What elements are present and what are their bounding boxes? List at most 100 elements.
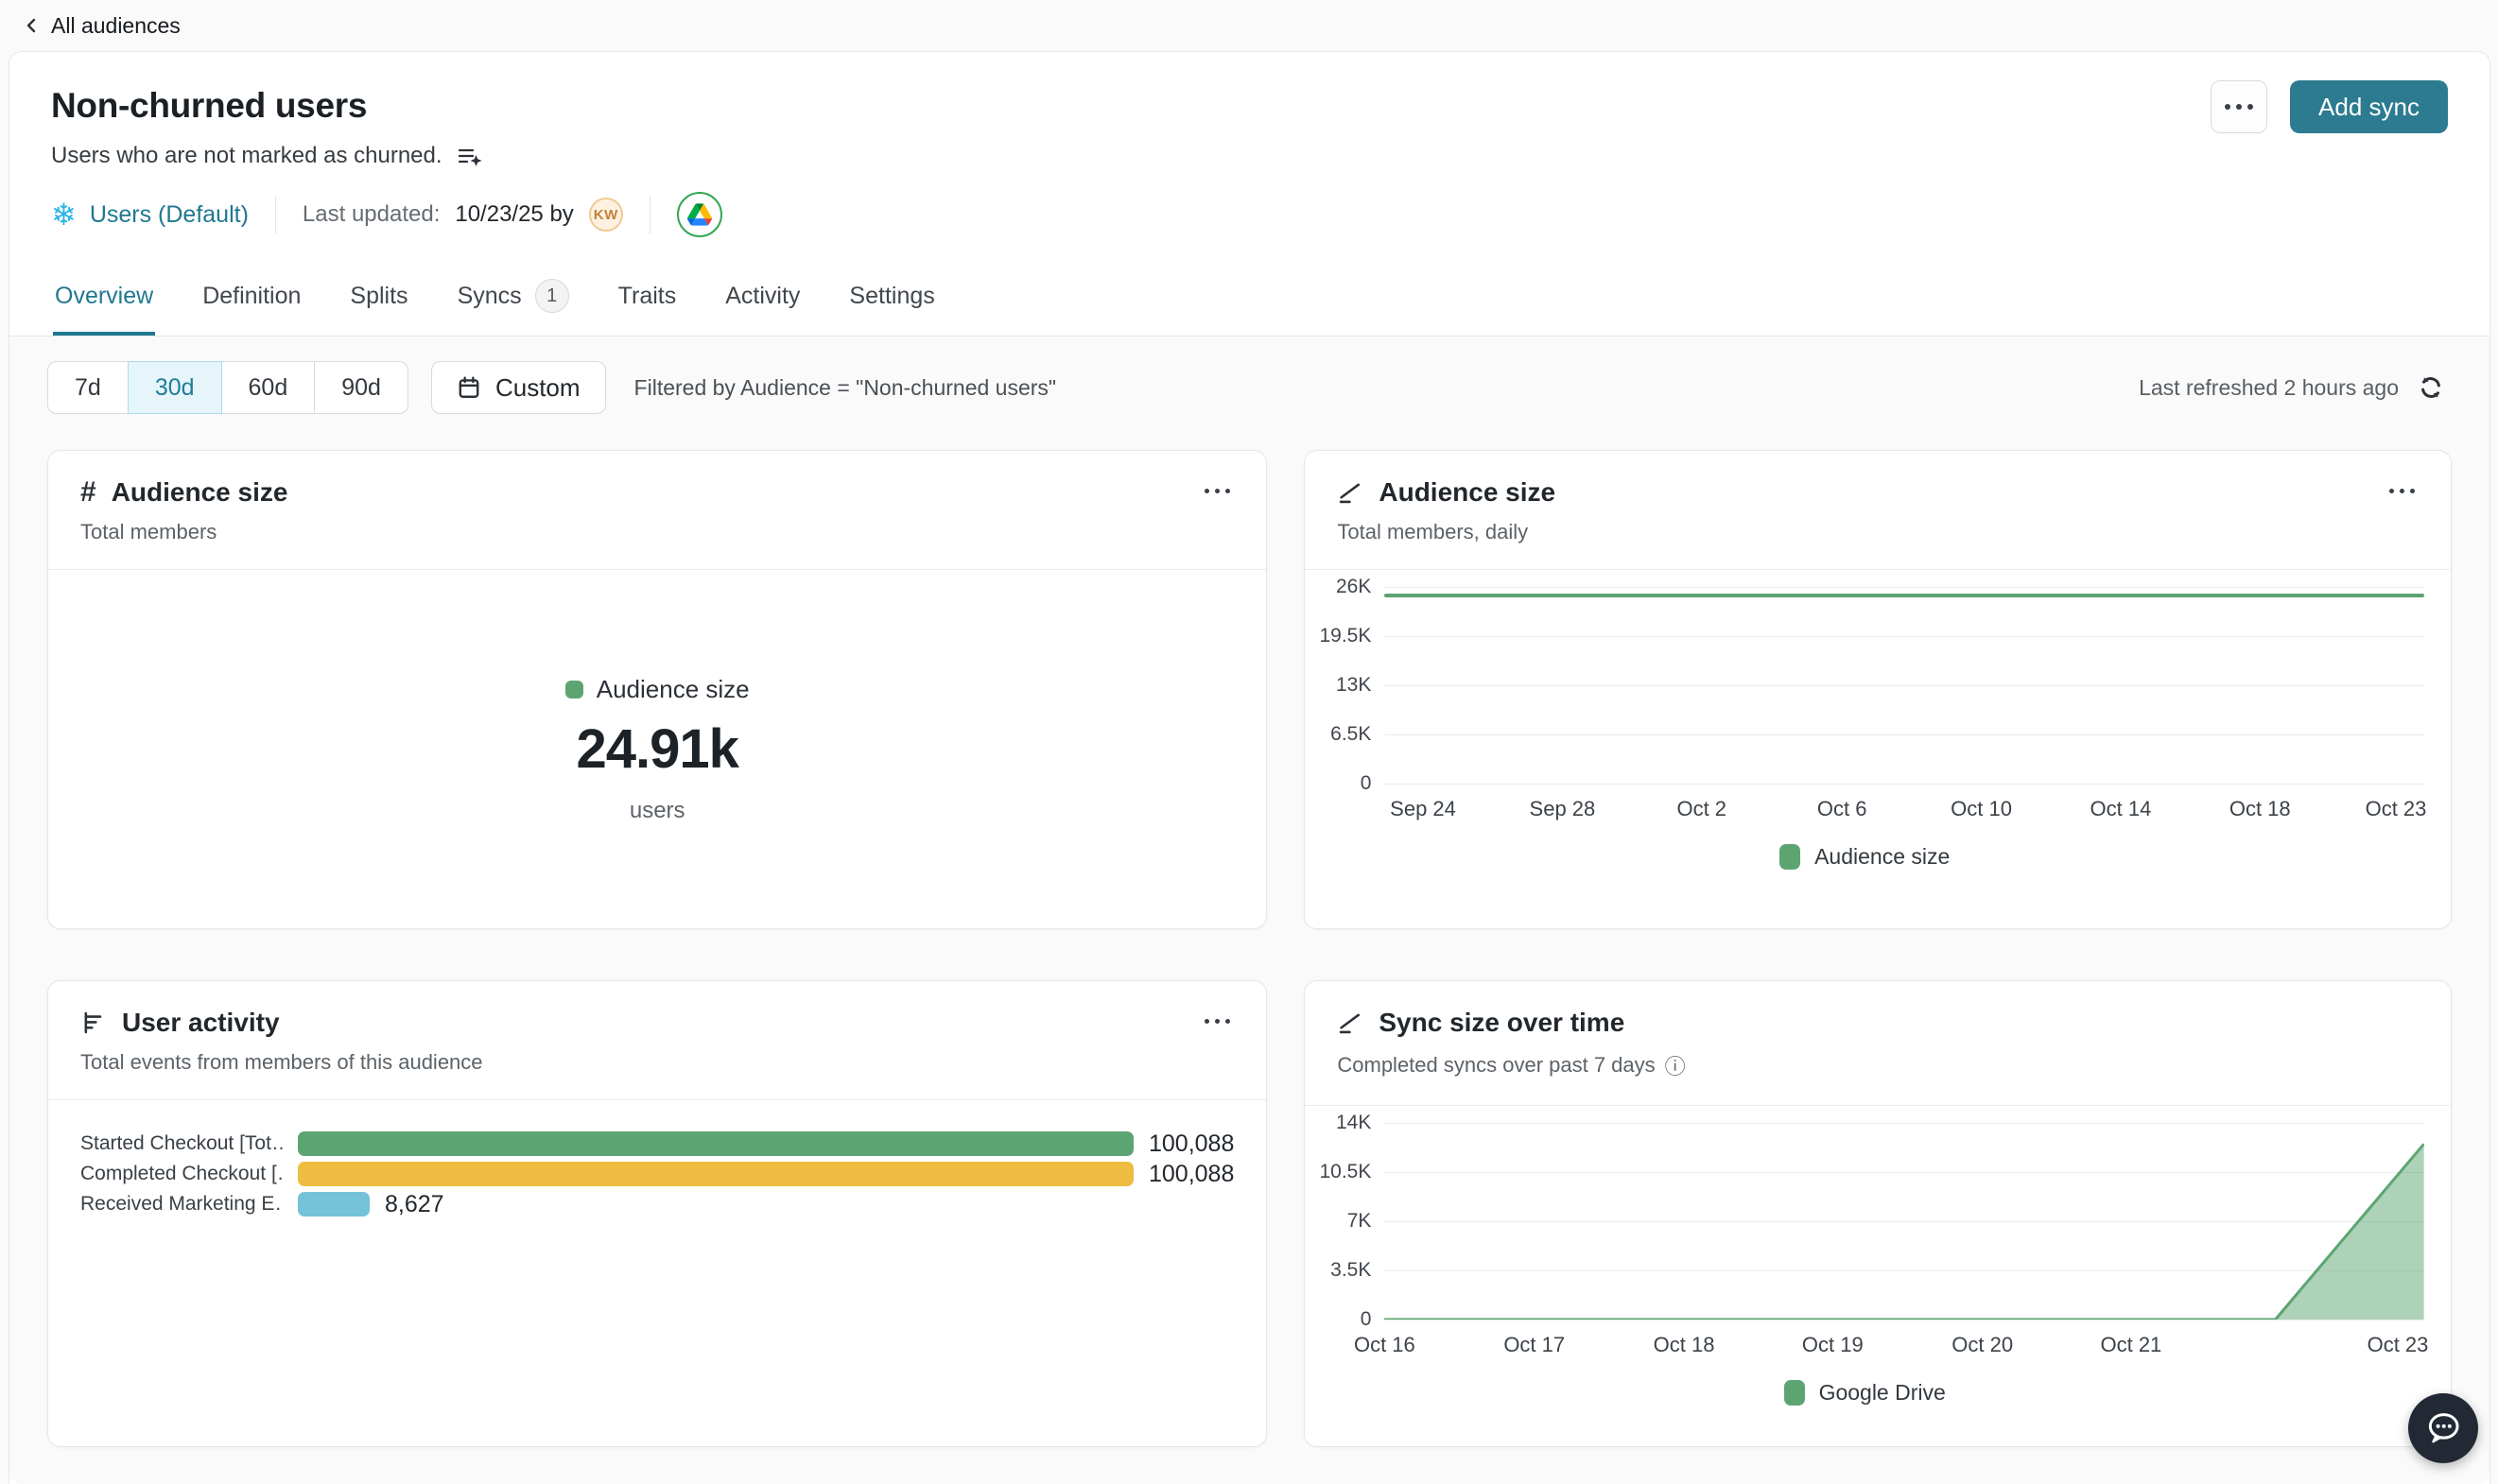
card-title: Sync size over time: [1379, 1008, 1624, 1038]
activity-bar-fill: [298, 1192, 370, 1217]
overview-content: 7d 30d 60d 90d Custom Filtered by Audien…: [9, 336, 2489, 1484]
sync-area-svg: [1384, 1123, 2424, 1320]
y-tick: 7K: [1347, 1210, 1372, 1233]
avatar: KW: [589, 198, 623, 232]
y-tick: 6.5K: [1330, 723, 1371, 746]
audience-size-value: 24.91k: [576, 717, 737, 781]
last-updated-date: 10/23/25 by: [455, 201, 573, 228]
card-menu-button[interactable]: [1199, 1013, 1236, 1029]
card-title: Audience size: [1379, 477, 1555, 508]
ellipsis-icon: [2389, 489, 2394, 493]
bar-row: Completed Checkout [… 100,088: [80, 1159, 1234, 1189]
snowflake-icon: ❄: [51, 199, 77, 230]
tab-traits[interactable]: Traits: [616, 277, 679, 336]
bar-value: 8,627: [385, 1191, 444, 1218]
source-model-label: Users (Default): [90, 201, 249, 229]
x-tick: Oct 2: [1676, 797, 1726, 821]
legend-swatch-green: [1779, 844, 1800, 870]
card-menu-button[interactable]: [2384, 483, 2420, 499]
horizontal-bar-chart-icon: [80, 1009, 107, 1036]
hash-icon: #: [80, 478, 96, 507]
x-tick: Oct 16: [1354, 1333, 1415, 1357]
chart-legend: Google Drive: [1305, 1380, 2424, 1406]
bar-row: Started Checkout [Tot… 100,088: [80, 1129, 1234, 1159]
x-tick: Oct 18: [2229, 797, 2291, 821]
x-tick: Oct 17: [1503, 1333, 1565, 1357]
range-30d-button[interactable]: 30d: [128, 361, 222, 414]
tab-bar: Overview Definition Splits Syncs 1 Trait…: [9, 277, 2489, 336]
ellipsis-icon: [1205, 1019, 1209, 1024]
tab-activity[interactable]: Activity: [723, 277, 802, 336]
chat-bubble-icon: [2423, 1408, 2463, 1448]
audience-size-chart-card: Audience size Total members, daily 26K: [1304, 450, 2452, 929]
y-tick: 0: [1361, 772, 1372, 795]
x-tick: Oct 10: [1951, 797, 2012, 821]
y-tick: 10.5K: [1319, 1161, 1371, 1183]
sync-area-line: [1384, 1144, 2424, 1320]
sync-area-fill: [1384, 1144, 2424, 1320]
page-title: Non-churned users: [51, 86, 2448, 126]
user-activity-card: User activity Total events from members …: [47, 980, 1267, 1447]
audience-size-trend-line: [1384, 594, 2424, 597]
legend-swatch-green: [1784, 1380, 1805, 1406]
custom-range-label: Custom: [495, 373, 581, 403]
add-sync-button[interactable]: Add sync: [2290, 80, 2448, 133]
activity-bar-fill: [298, 1131, 1134, 1156]
edit-description-icon[interactable]: [456, 143, 482, 169]
card-subtitle: Total events from members of this audien…: [80, 1050, 1234, 1075]
x-tick: Oct 14: [2090, 797, 2152, 821]
chat-support-button[interactable]: [2408, 1393, 2478, 1463]
x-tick: Oct 18: [1654, 1333, 1715, 1357]
card-subtitle: Completed syncs over past 7 days: [1337, 1053, 1655, 1078]
filter-bar: 7d 30d 60d 90d Custom Filtered by Audien…: [47, 361, 2452, 414]
x-tick: Sep 28: [1530, 797, 1596, 821]
range-60d-button[interactable]: 60d: [221, 361, 316, 414]
card-title: Audience size: [112, 477, 288, 508]
card-subtitle: Total members: [80, 520, 1234, 544]
range-7d-button[interactable]: 7d: [47, 361, 129, 414]
sync-size-card: Sync size over time Completed syncs over…: [1304, 980, 2452, 1447]
x-tick: Oct 6: [1817, 797, 1867, 821]
tab-splits[interactable]: Splits: [348, 277, 409, 336]
chart-legend: Audience size: [1305, 844, 2424, 870]
y-tick: 14K: [1336, 1112, 1371, 1134]
source-model-link[interactable]: ❄ Users (Default): [51, 199, 249, 230]
bar-row: Received Marketing E… 8,627: [80, 1189, 1234, 1219]
tab-syncs[interactable]: Syncs 1: [456, 277, 571, 336]
stat-legend-label: Audience size: [597, 675, 750, 704]
breadcrumb-label: All audiences: [51, 13, 181, 39]
y-tick: 26K: [1336, 576, 1371, 598]
page-description: Users who are not marked as churned.: [51, 143, 442, 169]
bar-label: Started Checkout [Tot…: [80, 1132, 283, 1155]
range-90d-button[interactable]: 90d: [314, 361, 408, 414]
last-refreshed-text: Last refreshed 2 hours ago: [2139, 375, 2399, 401]
activity-bar-fill: [298, 1162, 1134, 1186]
y-tick: 3.5K: [1330, 1259, 1371, 1282]
more-options-button[interactable]: [2211, 80, 2267, 133]
bar-label: Completed Checkout […: [80, 1163, 283, 1185]
trend-line-icon: [1337, 1009, 1363, 1036]
x-tick: Oct 19: [1802, 1333, 1864, 1357]
breadcrumb[interactable]: All audiences: [23, 13, 181, 39]
info-icon[interactable]: ⓘ: [1665, 1050, 1686, 1080]
bar-label: Received Marketing E…: [80, 1193, 283, 1216]
audience-panel: Non-churned users Users who are not mark…: [9, 51, 2490, 1484]
bar-value: 100,088: [1149, 1161, 1234, 1188]
refresh-icon[interactable]: [2418, 374, 2444, 401]
tab-settings[interactable]: Settings: [847, 277, 936, 336]
card-subtitle: Total members, daily: [1337, 520, 2419, 544]
x-tick: Oct 23: [2368, 1333, 2429, 1357]
custom-range-button[interactable]: Custom: [431, 361, 606, 414]
y-tick: 19.5K: [1319, 625, 1371, 647]
google-drive-destination-badge[interactable]: [677, 192, 722, 237]
syncs-count-badge: 1: [535, 279, 569, 313]
bar-value: 100,088: [1149, 1130, 1234, 1158]
x-tick: Oct 21: [2100, 1333, 2161, 1357]
card-menu-button[interactable]: [1199, 483, 1236, 499]
trend-line-icon: [1337, 479, 1363, 506]
audience-size-unit: users: [630, 798, 685, 824]
tab-overview[interactable]: Overview: [53, 277, 155, 336]
tab-definition[interactable]: Definition: [200, 277, 303, 336]
audience-size-line-chart: 26K 19.5K 13K 6.5K 0 Sep 24 Sep 28 Oct 2…: [1305, 570, 2451, 928]
user-activity-bar-chart: Started Checkout [Tot… 100,088 Completed…: [48, 1100, 1266, 1248]
